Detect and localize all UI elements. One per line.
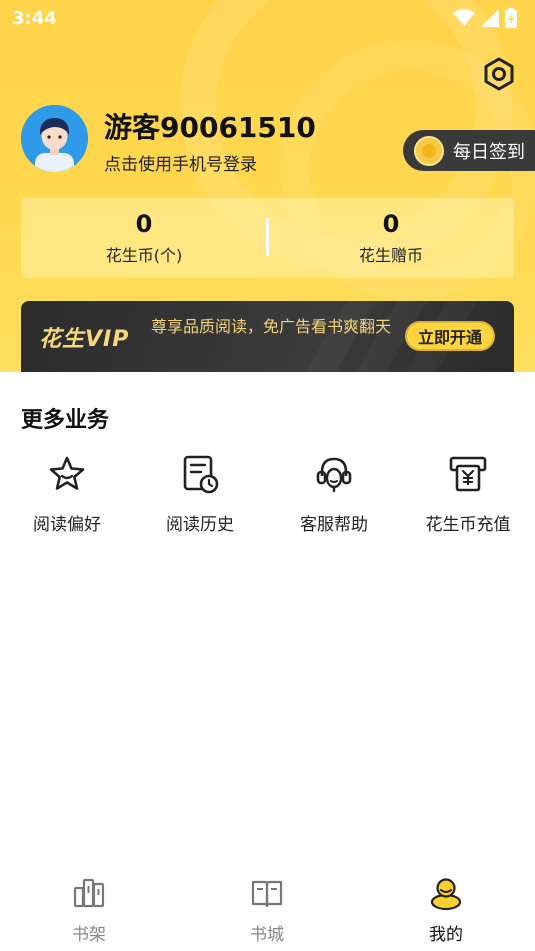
service-customer-help[interactable]: 客服帮助 [274, 454, 394, 535]
username: 游客90061510 [104, 111, 316, 144]
headset-icon [316, 457, 352, 493]
checkin-label: 每日签到 [453, 141, 525, 163]
coin-icon [414, 135, 444, 166]
nav-label: 我的 [429, 925, 463, 945]
wifi-icon [453, 9, 475, 26]
status-icons [453, 8, 517, 28]
services-grid: 阅读偏好 阅读历史 客服帮助 花生币充值 [0, 454, 535, 544]
daily-checkin-button[interactable]: 每日签到 [403, 130, 535, 171]
service-coin-recharge[interactable]: 花生币充值 [408, 454, 528, 535]
nav-bookshelf[interactable]: 书架 [29, 876, 149, 945]
nav-mine[interactable]: 我的 [386, 876, 506, 945]
nav-label: 书架 [72, 925, 106, 945]
service-reading-preference[interactable]: 阅读偏好 [7, 454, 127, 535]
service-label: 阅读历史 [166, 515, 234, 535]
status-time: 3:44 [12, 8, 57, 29]
settings-icon[interactable] [482, 57, 516, 91]
service-label: 花生币充值 [425, 515, 511, 535]
bookshelf-icon [73, 878, 105, 908]
user-icon [430, 878, 462, 911]
coin-stats: 0 花生币(个) 0 花生赠币 [21, 198, 514, 278]
nav-bookstore[interactable]: 书城 [207, 876, 327, 945]
bonus-coins-stat[interactable]: 0 花生赠币 [268, 210, 514, 266]
service-label: 客服帮助 [300, 515, 368, 535]
more-services-title: 更多业务 [21, 408, 110, 433]
battery-icon [505, 8, 517, 28]
service-reading-history[interactable]: 阅读历史 [140, 454, 260, 535]
star-icon [49, 456, 85, 490]
recharge-icon [449, 456, 487, 492]
vip-banner[interactable]: 花生VIP 尊享品质阅读，免广告看书爽翻天 立即开通 [21, 301, 514, 372]
history-icon [183, 455, 219, 494]
bonus-coins-value: 0 [382, 210, 400, 238]
service-label: 阅读偏好 [33, 515, 101, 535]
peanut-coins-value: 0 [135, 210, 153, 238]
peanut-coins-label: 花生币(个) [105, 246, 183, 265]
profile-header: 3:44 游客90061510 点击使用手机号登录 每日签到 0 花生币(个) [0, 0, 535, 372]
book-open-icon [251, 880, 283, 908]
vip-description: 尊享品质阅读，免广告看书爽翻天 [151, 317, 392, 336]
vip-logo: 花生VIP [39, 327, 130, 352]
nav-label: 书城 [250, 925, 284, 945]
phone-login-link[interactable]: 点击使用手机号登录 [104, 150, 257, 175]
status-bar: 3:44 [0, 0, 535, 36]
bonus-coins-label: 花生赠币 [358, 246, 423, 265]
bottom-nav: 书架 书城 我的 [0, 866, 535, 951]
vip-open-button[interactable]: 立即开通 [405, 321, 495, 351]
peanut-coins-stat[interactable]: 0 花生币(个) [21, 210, 267, 266]
content-sheet: 更多业务 阅读偏好 阅读历史 客服帮助 花生币充值 [0, 372, 535, 951]
avatar-icon [21, 105, 88, 172]
avatar[interactable] [21, 105, 88, 172]
signal-icon [481, 9, 499, 27]
